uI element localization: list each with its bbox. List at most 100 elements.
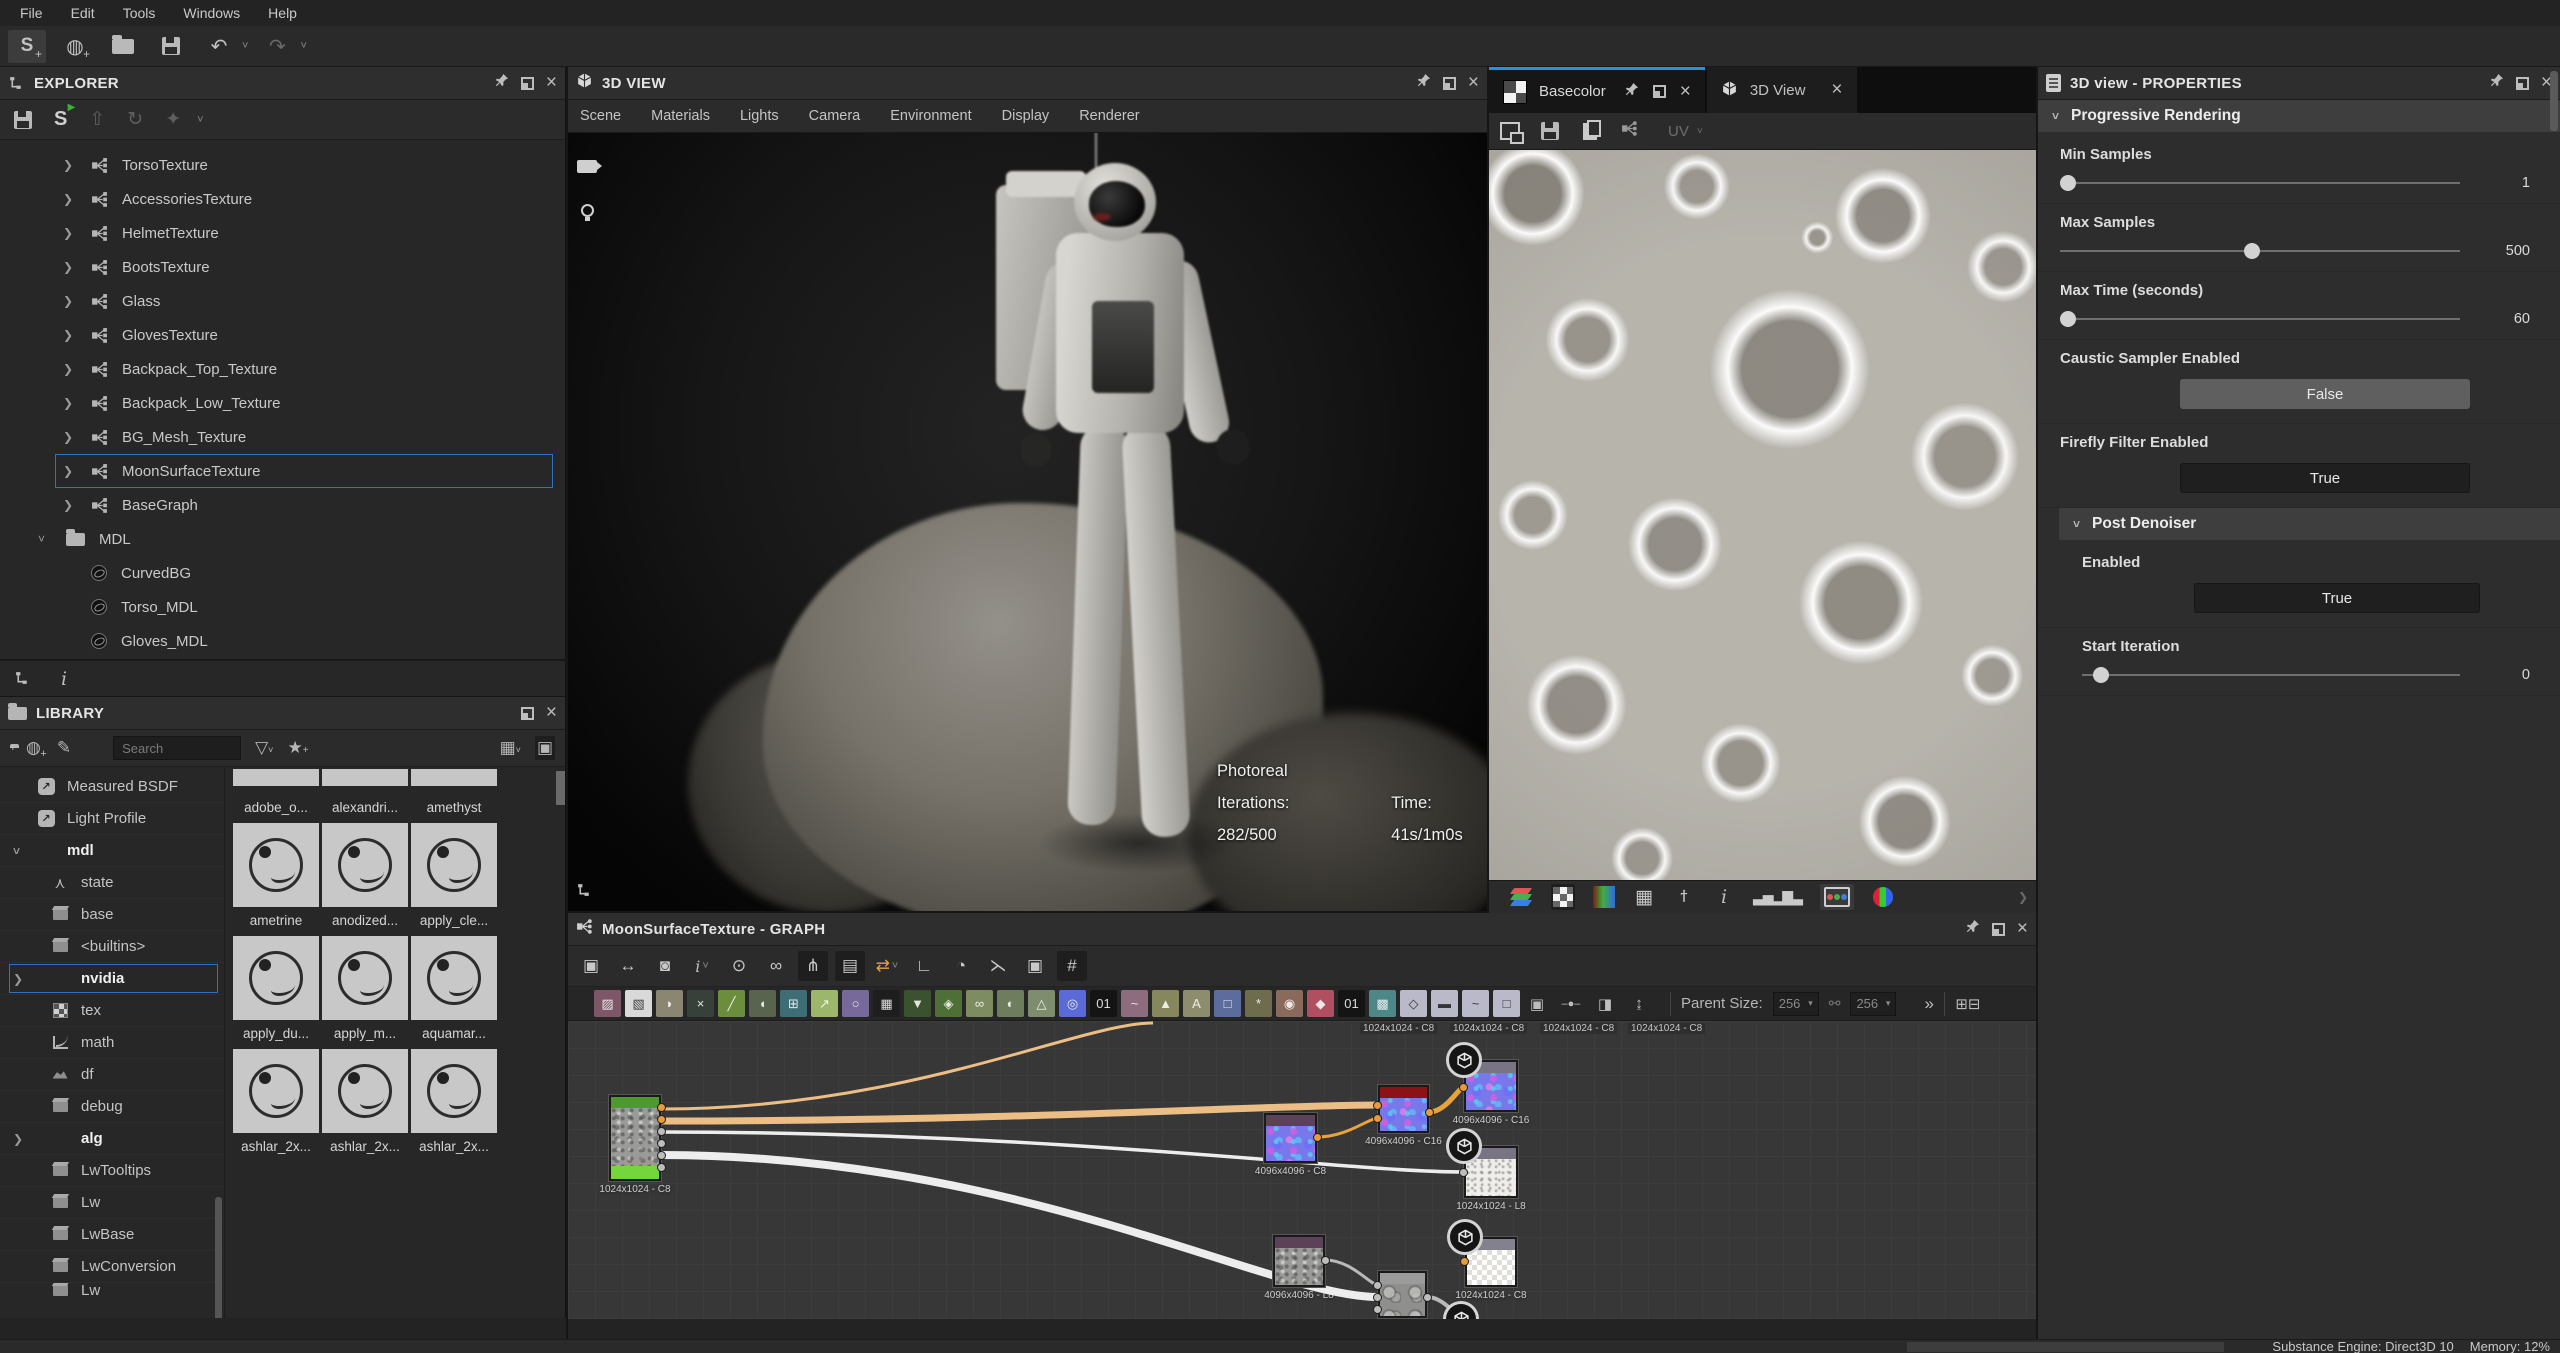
- node-output-dot[interactable]: [1425, 1108, 1434, 1117]
- palette-node-25[interactable]: 01: [1338, 990, 1365, 1017]
- tree-item-torso_mdl[interactable]: ❯Torso_MDL: [0, 590, 565, 624]
- tab-basecolor[interactable]: Basecolor ×: [1489, 67, 1705, 113]
- pin-icon[interactable]: [494, 73, 509, 93]
- node-input-dot[interactable]: [1459, 1168, 1468, 1177]
- save-icon[interactable]: [14, 110, 32, 129]
- palette-node-17[interactable]: 01: [1090, 990, 1117, 1017]
- view-output-badge[interactable]: [1447, 1219, 1483, 1255]
- save-all-button[interactable]: [152, 30, 190, 63]
- fit-view-icon[interactable]: ▣: [576, 951, 606, 981]
- palette-node-15[interactable]: △: [1028, 990, 1055, 1017]
- tree-item-basegraph[interactable]: ❯ BaseGraph: [0, 488, 565, 522]
- view3d-menu-camera[interactable]: Camera: [809, 108, 877, 124]
- palette-node-5[interactable]: ╱: [718, 990, 745, 1017]
- chevron-right-icon[interactable]: ❯: [63, 158, 77, 172]
- palette-node-28[interactable]: ▬: [1431, 990, 1458, 1017]
- graph-link-icon[interactable]: [1621, 120, 1638, 142]
- uv-mode-dropdown[interactable]: UV ˅: [1668, 123, 1703, 140]
- new-substance-button[interactable]: S +: [8, 29, 46, 63]
- asset-thumbnail[interactable]: [411, 823, 497, 907]
- palette-node-23[interactable]: ◉: [1276, 990, 1303, 1017]
- palette-node-4[interactable]: ×: [687, 990, 714, 1017]
- min-samples-value[interactable]: 1: [2486, 175, 2530, 191]
- palette-node-29[interactable]: ~: [1462, 990, 1489, 1017]
- graph-canvas[interactable]: 1024x1024 - C8 1024x1024 - C8 1024x1024 - …: [568, 1021, 2036, 1319]
- asset-thumbnail[interactable]: [411, 1049, 497, 1133]
- elbow-links-icon[interactable]: ∟: [909, 951, 939, 981]
- open-button[interactable]: [104, 30, 142, 63]
- tree-view-icon[interactable]: [14, 670, 31, 687]
- view-output-badge[interactable]: [1446, 1042, 1482, 1078]
- palette-node-24[interactable]: ◆: [1307, 990, 1334, 1017]
- histogram-icon[interactable]: ▃▅▂▇▃: [1753, 884, 1803, 910]
- node-output-dot[interactable]: [1313, 1133, 1322, 1142]
- close-icon[interactable]: ×: [2017, 919, 2028, 938]
- palette-node-9[interactable]: ○: [842, 990, 869, 1017]
- start-iteration-value[interactable]: 0: [2486, 667, 2530, 683]
- library-category-tex[interactable]: tex: [0, 995, 224, 1027]
- tree-item-glass[interactable]: ❯ Glass: [0, 284, 565, 318]
- library-category-debug[interactable]: debug: [0, 1091, 224, 1123]
- palette-node-26[interactable]: ▩: [1369, 990, 1396, 1017]
- tree-item-curvedbg[interactable]: ❯CurvedBG: [0, 556, 565, 590]
- palette-node-12[interactable]: ◈: [935, 990, 962, 1017]
- node-input-dot[interactable]: [1373, 1114, 1382, 1123]
- info-icon[interactable]: i: [61, 668, 67, 690]
- node-output-dot[interactable]: [657, 1103, 666, 1112]
- library-category-lwbase[interactable]: LwBase: [0, 1219, 224, 1251]
- node-output-dot[interactable]: [1423, 1293, 1432, 1302]
- info-icon[interactable]: i: [1713, 884, 1735, 910]
- layers-icon[interactable]: [1499, 118, 1524, 144]
- asset-thumbnail[interactable]: [233, 823, 319, 907]
- tree-item-bg_mesh_texture[interactable]: ❯ BG_Mesh_Texture: [0, 420, 565, 454]
- graph-node-normal-small[interactable]: [1264, 1113, 1317, 1163]
- info-icon[interactable]: i ˅: [687, 951, 717, 981]
- asset-thumb-partial[interactable]: [322, 769, 408, 786]
- max-samples-value[interactable]: 500: [2486, 243, 2530, 259]
- tree-item-backpack_top_texture[interactable]: ❯ Backpack_Top_Texture: [0, 352, 565, 386]
- graph-node-bubbles-blend[interactable]: [1378, 1271, 1427, 1318]
- section-progressive-rendering[interactable]: ˅ Progressive Rendering: [2038, 100, 2560, 132]
- node-pair-icon[interactable]: ⊞⊟: [1955, 991, 1981, 1017]
- favorites-icon[interactable]: ★+: [287, 738, 308, 758]
- library-category-math[interactable]: math: [0, 1027, 224, 1059]
- section-post-denoiser[interactable]: ˅ Post Denoiser: [2059, 508, 2560, 540]
- pin-icon[interactable]: [1965, 919, 1980, 939]
- palette-node-18[interactable]: ~: [1121, 990, 1148, 1017]
- parent-height-dropdown[interactable]: 256 ▾: [1850, 991, 1897, 1016]
- library-category-lw[interactable]: Lw: [0, 1283, 224, 1297]
- asset-thumbnail[interactable]: [233, 936, 319, 1020]
- chevron-down-icon[interactable]: ˅: [13, 844, 29, 858]
- chevron-right-icon[interactable]: ❯: [63, 362, 77, 376]
- asset-thumb-partial[interactable]: [411, 769, 497, 786]
- palette-node-14[interactable]: ◐: [997, 990, 1024, 1017]
- denoiser-enabled-toggle[interactable]: True: [2194, 583, 2480, 613]
- palette-node-30[interactable]: □: [1493, 990, 1520, 1017]
- chevron-down-icon[interactable]: ˅: [38, 532, 52, 546]
- tree-item-gloves_mdl[interactable]: ❯Gloves_MDL: [0, 624, 565, 658]
- library-category-builtins[interactable]: <builtins>: [0, 931, 224, 963]
- palette-node-11[interactable]: ▼: [904, 990, 931, 1017]
- chevron-right-icon[interactable]: ❯: [2018, 890, 2028, 904]
- dot-node-icon[interactable]: –●–: [1558, 991, 1584, 1017]
- close-icon[interactable]: ×: [546, 73, 557, 92]
- menu-help[interactable]: Help: [254, 0, 311, 26]
- viewport-3d[interactable]: Photoreal Iterations: 282/500 Time: 41s/…: [568, 133, 1487, 911]
- light-icon[interactable]: [574, 199, 600, 221]
- palette-node-1[interactable]: ▨: [594, 990, 621, 1017]
- close-icon[interactable]: ×: [546, 703, 557, 722]
- node-output-dot[interactable]: [657, 1163, 666, 1172]
- tree-item-torsotexture[interactable]: ❯ TorsoTexture: [0, 148, 565, 182]
- node-input-dot[interactable]: [1459, 1083, 1468, 1092]
- filter-icon[interactable]: ▽˅: [255, 738, 273, 758]
- library-category-lwtooltips[interactable]: LwTooltips: [0, 1155, 224, 1187]
- float-icon[interactable]: [2515, 76, 2529, 90]
- more-options-icon[interactable]: »: [1924, 994, 1933, 1014]
- node-mode-icon[interactable]: ⋔: [798, 951, 828, 981]
- node-output-dot[interactable]: [657, 1127, 666, 1136]
- float-icon[interactable]: [1442, 76, 1456, 90]
- min-samples-slider[interactable]: [2060, 175, 2460, 191]
- close-icon[interactable]: ×: [1831, 80, 1842, 99]
- caustic-sampler-toggle[interactable]: False: [2180, 379, 2470, 409]
- copy-icon[interactable]: [1579, 118, 1601, 144]
